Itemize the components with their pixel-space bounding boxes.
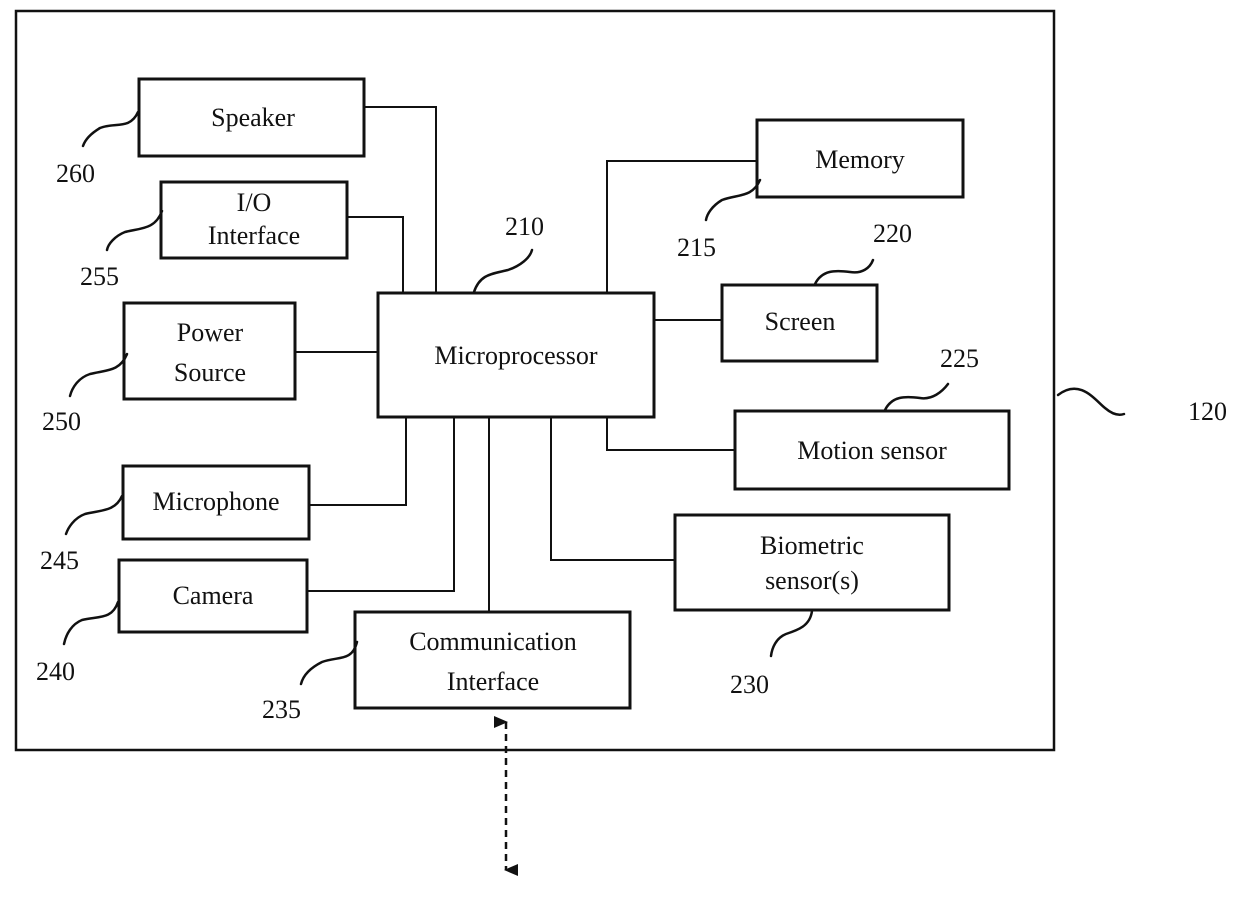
block-motion-sensor: Motion sensor 225 [733,344,1011,491]
device-ref: 120 [1188,397,1227,426]
io-ref: 255 [80,262,119,291]
memory-ref: 215 [677,233,716,262]
wire-memory [606,160,757,293]
motion-sensor-label: Motion sensor [797,436,947,465]
wire-speaker [364,106,437,293]
communication-ref: 235 [262,695,301,724]
block-memory: Memory 215 [677,118,965,262]
power-line1: Power [177,318,244,347]
wire-io [347,216,404,293]
motion-sensor-ref: 225 [940,344,979,373]
camera-ref: 240 [36,657,75,686]
biometric-line1: Biometric [760,531,864,560]
screen-label: Screen [765,307,836,336]
camera-label: Camera [173,581,254,610]
speaker-label: Speaker [211,103,295,132]
block-speaker: Speaker 260 [56,77,366,188]
block-diagram: 120 Microprocessor 210 Speaker 260 I/O I… [14,9,1227,876]
power-ref: 250 [42,407,81,436]
communication-line2: Interface [447,667,539,696]
block-power-source: Power Source 250 [42,301,297,436]
io-line1: I/O [237,188,272,217]
power-line2: Source [174,358,246,387]
screen-ref: 220 [873,219,912,248]
wire-biometric [550,417,675,561]
microprocessor-label: Microprocessor [434,341,598,370]
device-ref-leader [1056,387,1126,416]
block-screen: Screen 220 [720,219,912,363]
microphone-ref: 245 [40,546,79,575]
communication-line1: Communication [409,627,577,656]
biometric-line2: sensor(s) [765,566,859,595]
microprocessor-ref: 210 [505,212,544,241]
block-camera: Camera 240 [36,558,309,686]
block-communication-interface: Communication Interface 235 [262,610,632,724]
wire-motion [606,417,735,451]
speaker-ref: 260 [56,159,95,188]
microphone-label: Microphone [152,487,279,516]
io-line2: Interface [208,221,300,250]
memory-label: Memory [815,145,905,174]
block-microprocessor: Microprocessor 210 [376,212,656,419]
block-io-interface: I/O Interface 255 [80,180,349,291]
block-biometric-sensors: Biometric sensor(s) 230 [673,513,951,699]
biometric-ref: 230 [730,670,769,699]
wire-microphone [309,417,407,506]
